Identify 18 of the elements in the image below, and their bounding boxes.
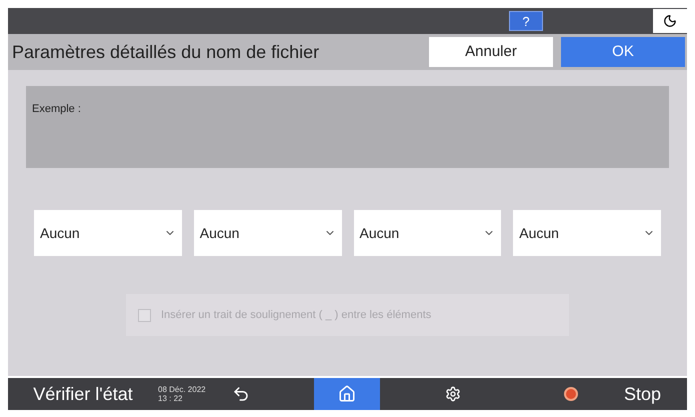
help-button[interactable]: ? [509, 11, 543, 31]
back-icon [232, 385, 250, 403]
ok-button[interactable]: OK [561, 37, 685, 67]
dropdown[interactable]: Aucun [34, 210, 182, 256]
dropdown[interactable]: Aucun [513, 210, 661, 256]
time-text: 13 : 22 [158, 394, 184, 403]
example-label: Exemple : [32, 103, 81, 115]
stop-icon [564, 387, 578, 401]
moon-icon[interactable] [653, 9, 687, 33]
date-text: 08 Déc. 2022 [158, 385, 207, 394]
dropdown[interactable]: Aucun [194, 210, 342, 256]
home-icon [338, 385, 356, 403]
check-status-button[interactable]: Vérifier l'état [8, 380, 158, 408]
settings-icon [445, 386, 461, 402]
page-title: Paramètres détaillés du nom de fichier [12, 40, 320, 64]
stop-button[interactable]: Stop [624, 380, 661, 408]
cancel-button[interactable]: Annuler [429, 37, 553, 67]
dropdown[interactable]: Aucun [354, 210, 502, 256]
